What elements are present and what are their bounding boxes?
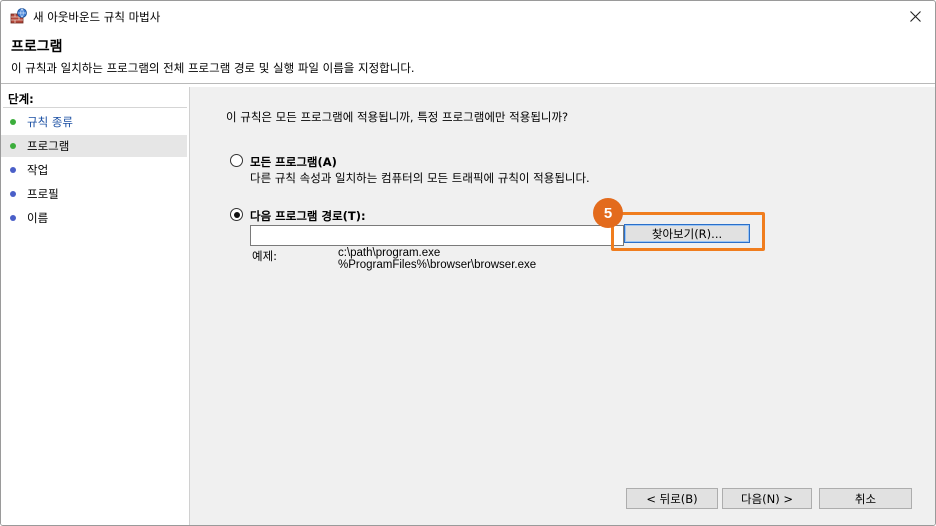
page-title: 프로그램: [11, 39, 63, 55]
steps-sidebar: 단계: 규칙 종류 프로그램 작업 프로필 이름: [1, 87, 189, 525]
program-path-label[interactable]: 다음 프로그램 경로(T):: [250, 208, 366, 224]
back-button[interactable]: < 뒤로(B): [626, 488, 718, 509]
steps-divider: [3, 107, 187, 108]
program-path-radio[interactable]: [230, 208, 243, 221]
steps-heading: 단계:: [8, 92, 34, 106]
page-header: 프로그램 이 규칙과 일치하는 프로그램의 전체 프로그램 경로 및 실행 파일…: [1, 31, 935, 83]
close-icon: [909, 10, 921, 22]
step-rule-type[interactable]: 규칙 종류: [1, 111, 187, 133]
all-programs-description: 다른 규칙 속성과 일치하는 컴퓨터의 모든 트래픽에 규칙이 적용됩니다.: [250, 171, 590, 185]
browse-button[interactable]: 찾아보기(R)...: [624, 224, 750, 243]
program-path-input[interactable]: [250, 225, 624, 246]
example-label: 예제:: [252, 249, 278, 263]
step-dot-icon: [10, 143, 16, 149]
firewall-icon: [10, 8, 28, 24]
step-profile: 프로필: [1, 183, 187, 205]
step-action: 작업: [1, 159, 187, 181]
next-button[interactable]: 다음(N) >: [722, 488, 812, 509]
step-dot-icon: [10, 167, 16, 173]
all-programs-radio[interactable]: [230, 154, 243, 167]
step-name: 이름: [1, 207, 187, 229]
all-programs-label[interactable]: 모든 프로그램(A): [250, 154, 337, 170]
page-description: 이 규칙과 일치하는 프로그램의 전체 프로그램 경로 및 실행 파일 이름을 …: [11, 61, 415, 75]
header-divider: [1, 83, 935, 84]
question-text: 이 규칙은 모든 프로그램에 적용됩니까, 특정 프로그램에만 적용됩니까?: [226, 110, 569, 124]
close-button[interactable]: [895, 1, 935, 31]
window-title: 새 아웃바운드 규칙 마법사: [33, 10, 161, 24]
step-label: 작업: [27, 163, 49, 177]
step-badge: 5: [593, 198, 623, 228]
step-label: 프로필: [27, 187, 59, 201]
main-panel: 이 규칙은 모든 프로그램에 적용됩니까, 특정 프로그램에만 적용됩니까? 모…: [190, 87, 935, 525]
step-dot-icon: [10, 119, 16, 125]
title-bar: 새 아웃바운드 규칙 마법사: [1, 1, 935, 31]
step-label: 프로그램: [27, 139, 70, 153]
cancel-button[interactable]: 취소: [819, 488, 912, 509]
step-program[interactable]: 프로그램: [1, 135, 187, 157]
step-label: 규칙 종류: [27, 115, 73, 129]
step-dot-icon: [10, 191, 16, 197]
example-path-1: c:\path\program.exe: [338, 247, 441, 259]
step-dot-icon: [10, 215, 16, 221]
wizard-window: 새 아웃바운드 규칙 마법사 프로그램 이 규칙과 일치하는 프로그램의 전체 …: [0, 0, 936, 526]
example-path-2: %ProgramFiles%\browser\browser.exe: [338, 259, 537, 271]
step-label: 이름: [27, 211, 49, 225]
